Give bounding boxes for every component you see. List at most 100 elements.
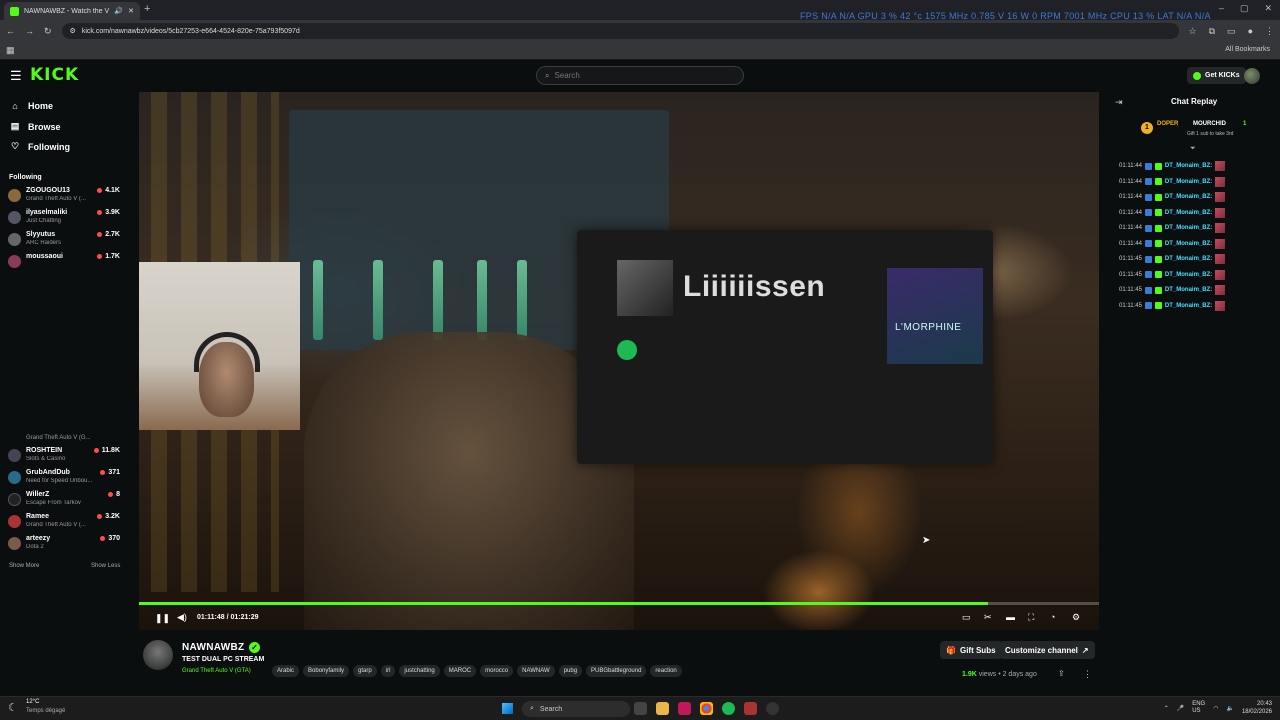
- volume-icon[interactable]: ◀): [177, 612, 187, 623]
- file-explorer-icon[interactable]: [656, 702, 669, 715]
- followed-channel[interactable]: GrubAndDub Need for Speed Unbou... 371: [8, 468, 120, 488]
- bookmark-star-icon[interactable]: ☆: [1189, 26, 1197, 37]
- all-bookmarks[interactable]: All Bookmarks: [1225, 46, 1270, 53]
- message-username[interactable]: DT_Monaim_BZ:: [1165, 287, 1212, 293]
- chat-message[interactable]: 01:11:44 DT_Monaim_BZ:: [1119, 238, 1226, 250]
- search-box[interactable]: ⌕: [536, 66, 744, 85]
- volume-tray-icon[interactable]: 🔈: [1226, 705, 1233, 712]
- collapse-chat-icon[interactable]: ⇥: [1115, 97, 1123, 108]
- customize-channel-button[interactable]: Customize channel ↗: [999, 641, 1095, 659]
- taskbar-search[interactable]: ⌕ Search: [522, 701, 630, 717]
- weather-temperature[interactable]: 12°C: [26, 699, 39, 705]
- app-icon[interactable]: [678, 702, 691, 715]
- reload-icon[interactable]: ↻: [44, 26, 52, 37]
- obs-icon[interactable]: [766, 702, 779, 715]
- profile-icon[interactable]: ●: [1248, 26, 1253, 37]
- new-tab-button[interactable]: +: [144, 3, 150, 15]
- browser-menu-icon[interactable]: ⋮: [1265, 26, 1274, 37]
- playback-speed-icon[interactable]: ◔: [1050, 612, 1055, 622]
- chat-message[interactable]: 01:11:44 DT_Monaim_BZ:: [1119, 176, 1226, 188]
- language-indicator[interactable]: ENG US: [1192, 701, 1205, 715]
- fullscreen-icon[interactable]: ⛶: [1028, 612, 1034, 623]
- followed-channel[interactable]: ROSHTEIN Slots & Casino 11.8K: [8, 446, 120, 466]
- sidebar-item-browse[interactable]: ▤ Browse: [10, 121, 61, 132]
- show-more-button[interactable]: Show More: [9, 563, 39, 569]
- tab-close-icon[interactable]: ✕: [128, 7, 134, 15]
- url-field[interactable]: ⚙ kick.com/nawnawbz/videos/5cb27253-e664…: [61, 23, 1179, 39]
- chat-message[interactable]: 01:11:44 DT_Monaim_BZ:: [1119, 207, 1226, 219]
- sidebar-item-following[interactable]: ♡ Following: [10, 141, 70, 152]
- tag-chip[interactable]: irl: [380, 665, 396, 677]
- message-username[interactable]: DT_Monaim_BZ:: [1165, 303, 1212, 309]
- sidebar-item-home[interactable]: ⌂ Home: [10, 101, 53, 111]
- wifi-icon[interactable]: ◠: [1213, 705, 1218, 712]
- category-link[interactable]: Grand Theft Auto V (GTA): [182, 668, 251, 674]
- clock[interactable]: 20:43 18/02/2026: [1242, 700, 1272, 716]
- chat-message[interactable]: 01:11:45 DT_Monaim_BZ:: [1119, 253, 1226, 265]
- chat-message[interactable]: 01:11:44 DT_Monaim_BZ:: [1119, 191, 1226, 203]
- followed-channel[interactable]: ZGOUGOU13 Grand Theft Auto V (... 4.1K: [8, 186, 120, 206]
- weather-description[interactable]: Temps dégagé: [26, 708, 65, 714]
- tag-chip[interactable]: morocco: [480, 665, 514, 677]
- windows-start-icon[interactable]: [502, 703, 513, 714]
- message-username[interactable]: DT_Monaim_BZ:: [1165, 179, 1212, 185]
- message-username[interactable]: DT_Monaim_BZ:: [1165, 272, 1212, 278]
- kick-logo[interactable]: KICK: [30, 65, 79, 85]
- extensions-icon[interactable]: ⧉: [1209, 26, 1215, 37]
- followed-channel[interactable]: WillerZ Escape From Tarkov 8: [8, 490, 120, 510]
- chevron-down-icon[interactable]: ⏷: [1190, 145, 1196, 153]
- hamburger-menu-icon[interactable]: ☰: [10, 68, 22, 84]
- followed-channel[interactable]: arteezy Dota 2 370: [8, 534, 120, 554]
- channel-name[interactable]: NAWNAWBZ: [182, 642, 244, 653]
- video-player[interactable]: Liiiiiissen L'MORPHINE: [139, 92, 1099, 630]
- followed-channel[interactable]: ilyaselmaliki Just Chatting 3.9K: [8, 208, 120, 228]
- show-less-button[interactable]: Show Less: [91, 563, 120, 569]
- share-icon[interactable]: ⇪: [1058, 669, 1065, 678]
- message-username[interactable]: DT_Monaim_BZ:: [1165, 256, 1212, 262]
- chat-message[interactable]: 01:11:45 DT_Monaim_BZ:: [1119, 269, 1226, 281]
- tag-chip[interactable]: NAWNAW: [517, 665, 555, 677]
- message-username[interactable]: DT_Monaim_BZ:: [1165, 163, 1212, 169]
- pause-icon[interactable]: ❚❚: [155, 613, 170, 624]
- chat-message[interactable]: 01:11:45 DT_Monaim_BZ:: [1119, 284, 1226, 296]
- channel-avatar[interactable]: [143, 640, 173, 670]
- back-icon[interactable]: ←: [6, 26, 15, 36]
- site-info-icon[interactable]: ⚙: [70, 27, 76, 35]
- get-kicks-button[interactable]: Get KICKs: [1187, 67, 1246, 84]
- tag-chip[interactable]: pubg: [558, 665, 583, 677]
- gift-subs-button[interactable]: 🎁 Gift Subs: [940, 641, 1002, 659]
- cast-icon[interactable]: ▭: [1227, 26, 1236, 37]
- chat-message[interactable]: 01:11:44 DT_Monaim_BZ:: [1119, 222, 1226, 234]
- message-username[interactable]: DT_Monaim_BZ:: [1165, 241, 1212, 247]
- apps-grid-icon[interactable]: ▦: [6, 45, 15, 56]
- tag-chip[interactable]: Arabic: [272, 665, 300, 677]
- app-icon[interactable]: [744, 702, 757, 715]
- gift-leaderboard[interactable]: 1 DOPER MOURCHID 1 Gift 1 sub to take 3r…: [1137, 118, 1267, 142]
- clip-icon[interactable]: ✂: [984, 612, 992, 623]
- tray-chevron-icon[interactable]: ⌃: [1164, 705, 1169, 712]
- chat-message[interactable]: 01:11:44 DT_Monaim_BZ:: [1119, 160, 1226, 172]
- message-username[interactable]: DT_Monaim_BZ:: [1165, 210, 1212, 216]
- close-window-icon[interactable]: ✕: [1264, 3, 1272, 14]
- tag-chip[interactable]: MAROC: [443, 665, 477, 677]
- user-avatar[interactable]: [1244, 68, 1260, 84]
- followed-channel[interactable]: Ramee Grand Theft Auto V (... 3.2K: [8, 512, 120, 532]
- task-view-icon[interactable]: [634, 702, 647, 715]
- tag-chip[interactable]: Bobonyfamily: [303, 665, 350, 677]
- spotify-icon[interactable]: [722, 702, 735, 715]
- more-options-icon[interactable]: ⋮: [1083, 669, 1092, 680]
- message-username[interactable]: DT_Monaim_BZ:: [1165, 225, 1212, 231]
- theater-mode-icon[interactable]: ▬: [1006, 612, 1015, 622]
- followed-channel[interactable]: moussaoui 1.7K: [8, 252, 120, 272]
- followed-channel[interactable]: Slyyutus ARC Raiders 2.7K: [8, 230, 120, 250]
- tag-chip[interactable]: reaction: [650, 665, 682, 677]
- settings-gear-icon[interactable]: ⚙: [1072, 612, 1080, 623]
- maximize-icon[interactable]: ▢: [1240, 3, 1249, 14]
- browser-tab[interactable]: NAWNAWBZ - Watch the V 🔊 ✕: [4, 2, 140, 20]
- tag-chip[interactable]: justchatting: [399, 665, 440, 677]
- chat-message[interactable]: 01:11:45 DT_Monaim_BZ:: [1119, 300, 1226, 312]
- tab-audio-icon[interactable]: 🔊: [114, 7, 123, 15]
- forward-icon[interactable]: →: [25, 26, 34, 36]
- weather-moon-icon[interactable]: ☾: [8, 701, 18, 714]
- miniplayer-icon[interactable]: ▭: [962, 612, 971, 623]
